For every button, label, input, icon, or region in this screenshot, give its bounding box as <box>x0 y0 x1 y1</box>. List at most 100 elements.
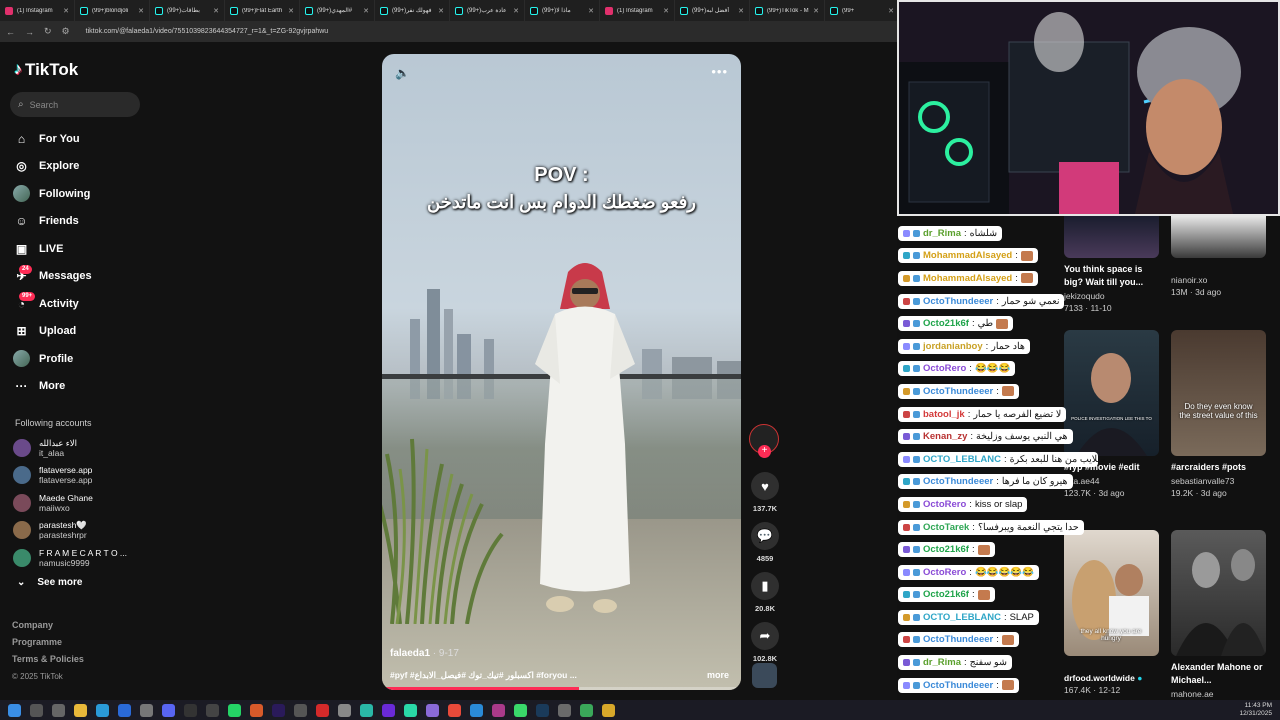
browser-tab[interactable]: (99+)أفضل لبه ✕ <box>675 0 750 21</box>
chat-username[interactable]: dr_Rima <box>923 228 961 239</box>
back-icon[interactable]: ← <box>6 27 15 37</box>
sidebar-item-profile[interactable]: Profile <box>13 345 92 373</box>
chat-username[interactable]: dr_Rima <box>923 657 961 668</box>
rec-thumbnail[interactable]: POLICE INVESTIGATION LEE THIS TO <box>1064 330 1159 456</box>
chat-username[interactable]: batool_jk <box>923 409 965 420</box>
sidebar-item-more[interactable]: ··· More <box>13 373 92 401</box>
rec-card[interactable]: You think space is big? Wait till you...… <box>1064 216 1159 314</box>
app-icon[interactable] <box>382 703 395 717</box>
close-tab-icon[interactable]: ✕ <box>663 7 669 15</box>
video-author[interactable]: falaeda1 · 9-17 <box>390 648 459 659</box>
footer-link-company[interactable]: Company <box>12 617 84 634</box>
chat-username[interactable]: OctoThundeeer <box>923 476 993 487</box>
bookmark-icon[interactable]: ▮ <box>751 572 779 600</box>
close-tab-icon[interactable]: ✕ <box>363 7 369 15</box>
rec-thumbnail[interactable]: Do they even know the street value of th… <box>1171 330 1266 456</box>
paint-icon[interactable] <box>250 703 263 717</box>
discord-icon[interactable] <box>162 703 175 717</box>
obs-icon[interactable] <box>206 703 219 717</box>
rec-thumbnail[interactable] <box>1171 530 1266 656</box>
following-account[interactable]: الاء عبدالله it_alaa <box>13 434 127 462</box>
premiere-icon[interactable] <box>272 703 285 717</box>
app-icon[interactable] <box>338 703 351 717</box>
steam-icon[interactable] <box>536 703 549 717</box>
chat-username[interactable]: MohammadAlsayed <box>923 250 1012 261</box>
close-tab-icon[interactable]: ✕ <box>888 7 894 15</box>
sidebar-item-live[interactable]: ▣ LIVE <box>13 235 92 263</box>
whatsapp-icon[interactable] <box>228 703 241 717</box>
url-field[interactable]: tiktok.com/@falaeda1/video/7551039823644… <box>86 28 329 35</box>
close-tab-icon[interactable]: ✕ <box>288 7 294 15</box>
task-view-icon[interactable] <box>52 703 65 717</box>
sidebar-item-following[interactable]: Following <box>13 180 92 208</box>
chat-username[interactable]: OctoThundeeer <box>923 680 993 691</box>
comment-action[interactable]: 💬 4859 <box>749 522 781 563</box>
caption-more-link[interactable]: more <box>707 670 729 680</box>
more-options-icon[interactable]: ••• <box>711 64 728 79</box>
video-progress-bar[interactable] <box>382 687 741 690</box>
chat-username[interactable]: OctoThundeeer <box>923 634 993 645</box>
sidebar-item-explore[interactable]: ◎ Explore <box>13 153 92 181</box>
rec-card[interactable]: nianoir.xo 13M · 3d ago <box>1171 216 1266 298</box>
browser-tab[interactable]: (99+)فهولك نفر ✕ <box>375 0 450 21</box>
chat-username[interactable]: OctoRero <box>923 499 966 510</box>
save-action[interactable]: ▮ 20.8K <box>749 572 781 613</box>
outlook-icon[interactable] <box>118 703 131 717</box>
footer-link-terms[interactable]: Terms & Policies <box>12 651 84 668</box>
app-icon[interactable] <box>294 703 307 717</box>
capcut-icon[interactable] <box>184 703 197 717</box>
edge-icon[interactable] <box>96 703 109 717</box>
close-tab-icon[interactable]: ✕ <box>738 7 744 15</box>
following-account[interactable]: flataverse.app flataverse.app <box>13 462 127 490</box>
windows-start-icon[interactable] <box>8 703 21 717</box>
rec-thumbnail[interactable] <box>1171 216 1266 258</box>
close-tab-icon[interactable]: ✕ <box>813 7 819 15</box>
follow-plus-icon[interactable]: + <box>758 445 771 458</box>
app-icon[interactable] <box>514 703 527 717</box>
close-tab-icon[interactable]: ✕ <box>513 7 519 15</box>
chat-username[interactable]: OctoRero <box>923 363 966 374</box>
video-player[interactable]: POV : رفعو ضغطك الدوام بس انت ماتدخن 🔈 •… <box>382 54 741 690</box>
taskbar-clock[interactable]: 11:43 PM 12/31/2025 <box>1239 702 1272 718</box>
chat-username[interactable]: Octo21k6f <box>923 589 969 600</box>
search-icon[interactable] <box>30 703 43 717</box>
creator-avatar[interactable]: + <box>749 424 779 458</box>
app-icon[interactable] <box>602 703 615 717</box>
app-icon[interactable] <box>492 703 505 717</box>
browser-tab[interactable]: (99+)ماذا لا ✕ <box>525 0 600 21</box>
sidebar-item-upload[interactable]: ⊞ Upload <box>13 318 92 346</box>
browser-tab[interactable]: (99+)عادة عرب ✕ <box>450 0 525 21</box>
chat-username[interactable]: jordanianboy <box>923 341 983 352</box>
app-icon[interactable] <box>404 703 417 717</box>
close-tab-icon[interactable]: ✕ <box>138 7 144 15</box>
chrome-icon[interactable] <box>448 703 461 717</box>
rec-card[interactable]: POLICE INVESTIGATION LEE THIS TO #fyp #m… <box>1064 330 1159 499</box>
comment-icon[interactable]: 💬 <box>751 522 779 550</box>
footer-link-programme[interactable]: Programme <box>12 634 84 651</box>
forward-icon[interactable]: → <box>25 27 34 37</box>
reload-icon[interactable]: ↻ <box>44 26 52 37</box>
browser-tab[interactable]: (1) Instagram ✕ <box>0 0 75 21</box>
file-explorer-icon[interactable] <box>74 703 87 717</box>
sidebar-item-messages[interactable]: ✈ Messages 24 <box>13 263 92 291</box>
browser-tab[interactable]: (99+ ✕ <box>825 0 900 21</box>
chat-username[interactable]: Octo21k6f <box>923 318 969 329</box>
sidebar-item-activity[interactable]: ◔ Activity 99+ <box>13 290 92 318</box>
app-icon[interactable] <box>426 703 439 717</box>
close-tab-icon[interactable]: ✕ <box>63 7 69 15</box>
close-tab-icon[interactable]: ✕ <box>588 7 594 15</box>
sidebar-item-friends[interactable]: ☺ Friends <box>13 208 92 236</box>
close-tab-icon[interactable]: ✕ <box>213 7 219 15</box>
chat-username[interactable]: MohammadAlsayed <box>923 273 1012 284</box>
see-more-button[interactable]: ⌄ See more <box>17 577 82 588</box>
chat-username[interactable]: OCTO_LEBLANC <box>923 612 1001 623</box>
following-account[interactable]: parastesh🤍 parasteshrpr <box>13 517 127 545</box>
browser-tab[interactable]: (99+)blondjoli ✕ <box>75 0 150 21</box>
rec-thumbnail[interactable] <box>1064 216 1159 258</box>
browser-tab[interactable]: (99+)بطاقات ✕ <box>150 0 225 21</box>
settings-icon[interactable] <box>140 703 153 717</box>
like-action[interactable]: ♥ 137.7K <box>749 472 781 513</box>
heart-icon[interactable]: ♥ <box>751 472 779 500</box>
browser-tab[interactable]: (99+)TikTok - M ✕ <box>750 0 825 21</box>
app-icon[interactable] <box>470 703 483 717</box>
